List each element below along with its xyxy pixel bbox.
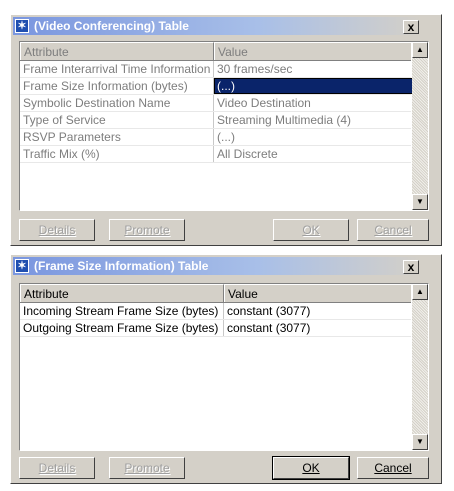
table-row-selected[interactable]: Frame Size Information (bytes) (...) xyxy=(20,78,413,95)
table-header: Attribute Value xyxy=(20,284,413,303)
row-attribute: Frame Size Information (bytes) xyxy=(20,78,214,94)
table-row[interactable]: RSVP Parameters (...) xyxy=(20,129,413,146)
row-attribute: Symbolic Destination Name xyxy=(20,95,214,111)
table-row[interactable]: Frame Interarrival Time Information 30 f… xyxy=(20,61,413,78)
promote-button[interactable]: Promote xyxy=(109,219,185,241)
asterisk-star-icon: ✶ xyxy=(15,259,29,273)
table-row[interactable]: Outgoing Stream Frame Size (bytes) const… xyxy=(20,320,413,337)
row-attribute: Frame Interarrival Time Information xyxy=(20,61,214,77)
close-icon[interactable]: x xyxy=(403,20,419,34)
close-icon[interactable]: x xyxy=(403,260,419,274)
asterisk-star-icon: ✶ xyxy=(15,19,29,33)
row-attribute: Outgoing Stream Frame Size (bytes) xyxy=(20,320,224,336)
ok-button[interactable]: OK xyxy=(273,219,349,241)
row-attribute: Incoming Stream Frame Size (bytes) xyxy=(20,303,224,319)
column-header-attribute[interactable]: Attribute xyxy=(20,42,214,60)
row-value[interactable]: constant (3077) xyxy=(224,303,413,319)
table-header: Attribute Value xyxy=(20,42,413,61)
row-attribute: RSVP Parameters xyxy=(20,129,214,145)
arrow-down-icon[interactable]: ▼ xyxy=(412,434,428,450)
ok-button[interactable]: OK xyxy=(272,456,350,480)
arrow-down-icon[interactable]: ▼ xyxy=(412,194,428,210)
details-button[interactable]: Details xyxy=(19,219,95,241)
promote-button[interactable]: Promote xyxy=(109,457,185,479)
column-header-value[interactable]: Value xyxy=(214,42,413,60)
frame-size-information-table-dialog: ✶ (Frame Size Information) Table x Attri… xyxy=(10,254,442,484)
row-value[interactable]: constant (3077) xyxy=(224,320,413,336)
vertical-scrollbar[interactable]: ▲ ▼ xyxy=(412,284,428,450)
row-value[interactable]: 30 frames/sec xyxy=(214,61,413,77)
row-attribute: Traffic Mix (%) xyxy=(20,146,214,162)
dialog-title: (Video Conferencing) Table xyxy=(34,19,189,33)
row-value[interactable]: Streaming Multimedia (4) xyxy=(214,112,413,128)
row-value[interactable]: (...) xyxy=(214,129,413,145)
attribute-table: Attribute Value Frame Interarrival Time … xyxy=(19,41,429,211)
row-value-selected[interactable]: (...) xyxy=(214,78,413,94)
title-bar[interactable]: ✶ (Video Conferencing) Table x xyxy=(13,17,421,35)
table-row[interactable]: Incoming Stream Frame Size (bytes) const… xyxy=(20,303,413,320)
attribute-table: Attribute Value Incoming Stream Frame Si… xyxy=(19,283,429,451)
vertical-scrollbar[interactable]: ▲ ▼ xyxy=(412,42,428,210)
table-row[interactable]: Traffic Mix (%) All Discrete xyxy=(20,146,413,163)
title-bar[interactable]: ✶ (Frame Size Information) Table x xyxy=(13,257,421,275)
column-header-value[interactable]: Value xyxy=(224,284,413,302)
row-value[interactable]: Video Destination xyxy=(214,95,413,111)
row-attribute: Type of Service xyxy=(20,112,214,128)
cancel-button[interactable]: Cancel xyxy=(357,457,429,479)
table-row[interactable]: Symbolic Destination Name Video Destinat… xyxy=(20,95,413,112)
table-row[interactable]: Type of Service Streaming Multimedia (4) xyxy=(20,112,413,129)
details-button[interactable]: Details xyxy=(19,457,95,479)
arrow-up-icon[interactable]: ▲ xyxy=(412,42,428,58)
video-conferencing-table-dialog: ✶ (Video Conferencing) Table x Attribute… xyxy=(10,14,442,246)
arrow-up-icon[interactable]: ▲ xyxy=(412,284,428,300)
row-value[interactable]: All Discrete xyxy=(214,146,413,162)
cancel-button[interactable]: Cancel xyxy=(357,219,429,241)
column-header-attribute[interactable]: Attribute xyxy=(20,284,224,302)
dialog-title: (Frame Size Information) Table xyxy=(34,259,209,273)
